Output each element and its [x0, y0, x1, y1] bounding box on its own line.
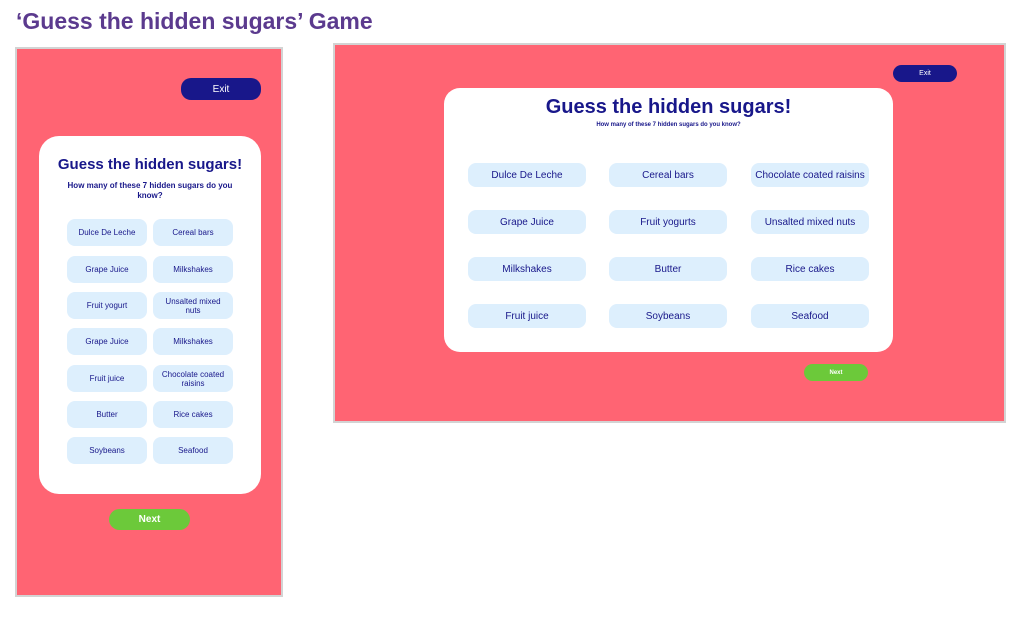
option-button[interactable]: Butter: [67, 401, 147, 428]
option-button[interactable]: Grape Juice: [468, 210, 586, 234]
quiz-title: Guess the hidden sugars!: [57, 156, 243, 173]
quiz-card: Guess the hidden sugars! How many of the…: [39, 136, 261, 494]
option-button[interactable]: Chocolate coated raisins: [751, 163, 869, 187]
mobile-mockup: Exit Guess the hidden sugars! How many o…: [15, 47, 283, 597]
option-button[interactable]: Chocolate coated raisins: [153, 365, 233, 392]
quiz-card: Guess the hidden sugars! How many of the…: [444, 88, 893, 352]
option-button[interactable]: Cereal bars: [609, 163, 727, 187]
page-heading: ‘Guess the hidden sugars’ Game: [16, 8, 373, 34]
exit-button[interactable]: Exit: [893, 65, 957, 82]
desktop-mockup: Exit Guess the hidden sugars! How many o…: [333, 43, 1006, 423]
option-button[interactable]: Soybeans: [609, 304, 727, 328]
next-button[interactable]: Next: [109, 509, 190, 530]
option-button[interactable]: Fruit yogurt: [67, 292, 147, 319]
quiz-title: Guess the hidden sugars!: [545, 96, 792, 118]
option-button[interactable]: Seafood: [153, 437, 233, 464]
quiz-subtitle: How many of these 7 hidden sugars do you…: [596, 122, 741, 128]
option-button[interactable]: Grape Juice: [67, 328, 147, 355]
quiz-subtitle: How many of these 7 hidden sugars do you…: [67, 181, 233, 200]
option-button[interactable]: Cereal bars: [153, 219, 233, 246]
option-button[interactable]: Rice cakes: [751, 257, 869, 281]
option-button[interactable]: Fruit juice: [67, 365, 147, 392]
option-button[interactable]: Dulce De Leche: [67, 219, 147, 246]
option-button[interactable]: Fruit juice: [468, 304, 586, 328]
option-button[interactable]: Fruit yogurts: [609, 210, 727, 234]
option-button[interactable]: Milkshakes: [153, 256, 233, 283]
next-button[interactable]: Next: [804, 364, 868, 381]
option-button[interactable]: Milkshakes: [468, 257, 586, 281]
option-button[interactable]: Unsalted mixed nuts: [751, 210, 869, 234]
exit-button[interactable]: Exit: [181, 78, 261, 100]
option-button[interactable]: Grape Juice: [67, 256, 147, 283]
option-button[interactable]: Dulce De Leche: [468, 163, 586, 187]
option-button[interactable]: Unsalted mixed nuts: [153, 292, 233, 319]
option-button[interactable]: Milkshakes: [153, 328, 233, 355]
option-button[interactable]: Seafood: [751, 304, 869, 328]
option-button[interactable]: Butter: [609, 257, 727, 281]
option-button[interactable]: Soybeans: [67, 437, 147, 464]
option-button[interactable]: Rice cakes: [153, 401, 233, 428]
